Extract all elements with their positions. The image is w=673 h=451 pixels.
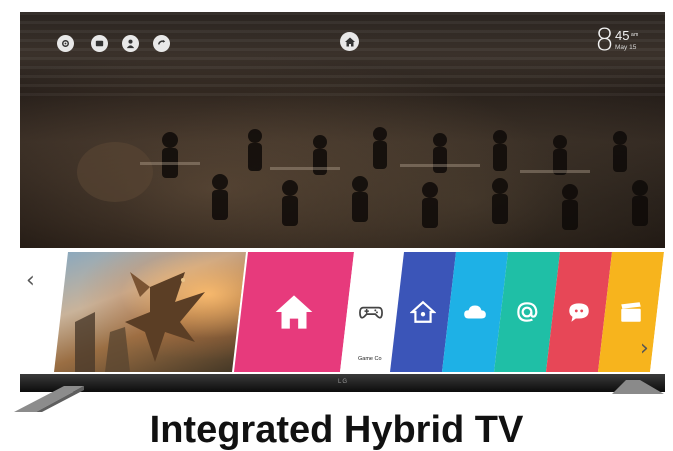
card-game-console-label: Game Co — [358, 356, 382, 362]
home-icon — [410, 299, 436, 325]
clock-hour: 8 — [595, 23, 615, 58]
tv-stand-right — [612, 380, 664, 394]
input-icon[interactable] — [91, 35, 108, 52]
launcher-bar: ‹ Game Co › — [20, 248, 665, 374]
tv: 8 45 am May 15 ‹ Game Co › LG — [20, 12, 665, 392]
settings-icon[interactable] — [57, 35, 74, 52]
clock-ampm: am — [631, 32, 639, 38]
card-home[interactable] — [234, 252, 354, 372]
home-icon — [274, 292, 314, 332]
brand-logo: LG — [338, 379, 349, 385]
clock-date: May 15 — [615, 44, 637, 51]
gamepad-icon — [358, 299, 384, 325]
launcher-next-arrow[interactable]: › — [640, 336, 649, 361]
card-featured-content[interactable] — [54, 252, 246, 372]
clock-minutes: 45 — [615, 28, 630, 43]
hall-ceiling — [20, 12, 665, 102]
dragon-artwork-icon — [55, 252, 245, 372]
orchestra-silhouettes — [77, 127, 648, 230]
home-icon[interactable] — [340, 32, 359, 51]
tv-stand-left — [14, 386, 84, 412]
tv-screen: 8 45 am May 15 ‹ Game Co › — [20, 12, 665, 374]
cloud-icon — [462, 299, 488, 325]
caption-title: Integrated Hybrid TV — [149, 409, 524, 451]
launcher-prev-arrow[interactable]: ‹ — [26, 268, 35, 293]
clapper-icon — [618, 299, 644, 325]
at-icon — [514, 299, 540, 325]
network-icon[interactable] — [153, 35, 170, 52]
speech-bubble-icon — [566, 299, 592, 325]
profile-icon[interactable] — [122, 35, 139, 52]
